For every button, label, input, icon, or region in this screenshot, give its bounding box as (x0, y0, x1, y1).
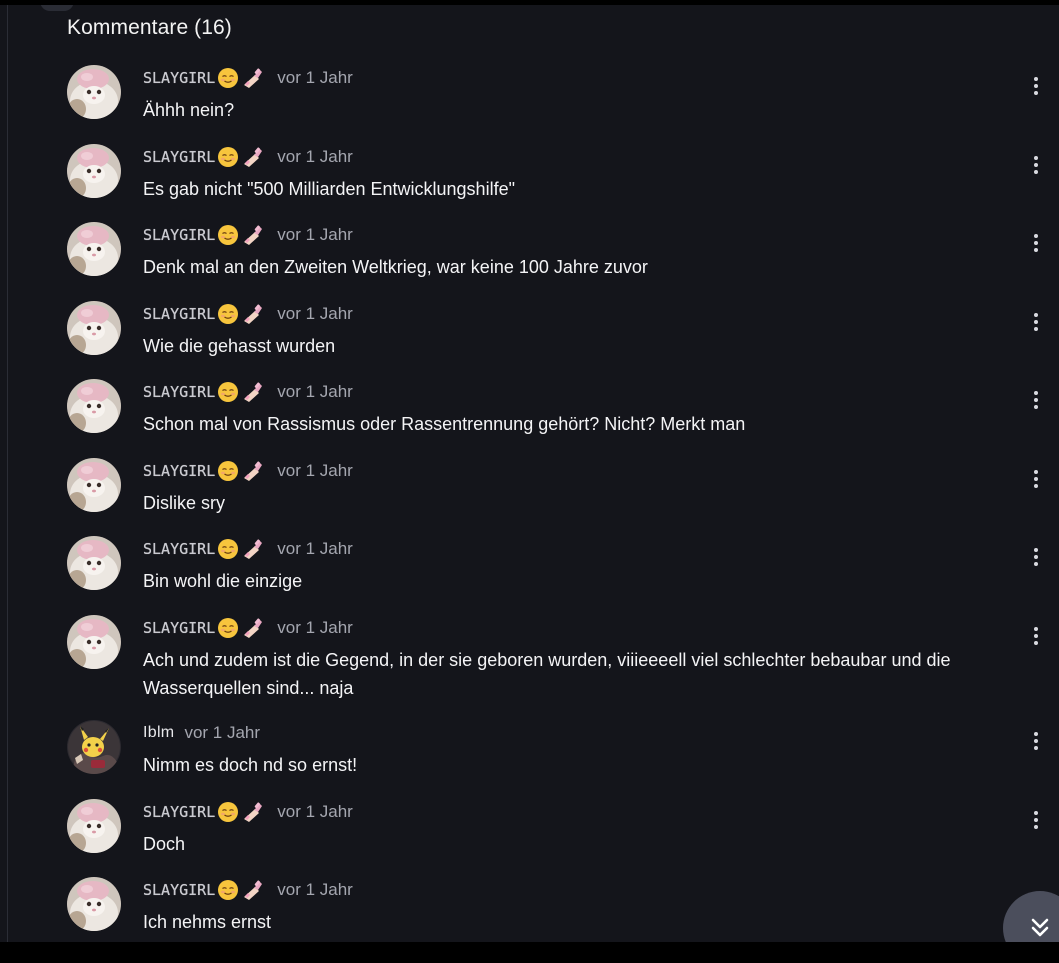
author-name[interactable]: Iblm (143, 724, 174, 742)
more-options-icon[interactable] (1025, 730, 1047, 752)
user-avatar[interactable] (67, 222, 121, 276)
user-avatar[interactable] (67, 720, 121, 774)
relieved-face-emoji (218, 225, 239, 245)
nail-polish-emoji (244, 618, 263, 638)
more-options-icon[interactable] (1025, 389, 1047, 411)
comment-meta: SLAYGIRL vor 1 Jahr (143, 800, 353, 824)
more-options-icon[interactable] (1025, 809, 1047, 831)
nail-polish-emoji (244, 68, 263, 88)
comment-timestamp: vor 1 Jahr (277, 225, 353, 244)
scroll-down-button[interactable] (1003, 891, 1059, 942)
comment-meta: SLAYGIRL vor 1 Jahr (143, 66, 353, 90)
comment-text: Ähhh nein? (143, 100, 235, 120)
comment-meta: Iblm vor 1 Jahr (143, 721, 260, 745)
comment-text: Schon mal von Rassismus oder Rassentrenn… (143, 414, 746, 434)
nail-polish-emoji (244, 147, 263, 167)
user-avatar[interactable] (67, 65, 121, 119)
comments-panel: Kommentare (16) SLAYGIRL vor 1 Jahr Ähhh… (0, 5, 1059, 942)
comment-timestamp: vor 1 Jahr (277, 802, 353, 821)
nail-polish-emoji (244, 304, 263, 324)
comments-heading: Kommentare (16) (67, 16, 232, 39)
author-name[interactable]: SLAYGIRL (143, 305, 215, 323)
author-name[interactable]: SLAYGIRL (143, 383, 215, 401)
comment-timestamp: vor 1 Jahr (277, 147, 353, 166)
comment-text: Es gab nicht "500 Milliarden Entwicklung… (143, 179, 515, 199)
comment-meta: SLAYGIRL vor 1 Jahr (143, 380, 353, 404)
more-options-icon[interactable] (1025, 546, 1047, 568)
comment-timestamp: vor 1 Jahr (277, 68, 353, 87)
author-name[interactable]: SLAYGIRL (143, 881, 215, 899)
sheet-handle[interactable] (40, 5, 74, 11)
relieved-face-emoji (218, 880, 239, 900)
relieved-face-emoji (218, 618, 239, 638)
relieved-face-emoji (218, 304, 239, 324)
more-options-icon[interactable] (1025, 468, 1047, 490)
nail-polish-emoji (244, 382, 263, 402)
more-options-icon[interactable] (1025, 311, 1047, 333)
comment-meta: SLAYGIRL vor 1 Jahr (143, 616, 353, 640)
relieved-face-emoji (218, 461, 239, 481)
author-name[interactable]: SLAYGIRL (143, 462, 215, 480)
bottom-bar (0, 942, 1059, 963)
comment-timestamp: vor 1 Jahr (277, 618, 353, 637)
left-divider (7, 5, 8, 942)
comment-text: Nimm es doch nd so ernst! (143, 755, 358, 775)
comment-meta: SLAYGIRL vor 1 Jahr (143, 459, 353, 483)
double-chevron-down-icon (1031, 918, 1049, 937)
comment-timestamp: vor 1 Jahr (277, 539, 353, 558)
nail-polish-emoji (244, 225, 263, 245)
nail-polish-emoji (244, 461, 263, 481)
comment-text: Doch (143, 834, 186, 854)
author-name[interactable]: SLAYGIRL (143, 148, 215, 166)
more-options-icon[interactable] (1025, 154, 1047, 176)
relieved-face-emoji (218, 802, 239, 822)
relieved-face-emoji (218, 68, 239, 88)
comment-text: Wie die gehasst wurden (143, 336, 336, 356)
user-avatar[interactable] (67, 301, 121, 355)
relieved-face-emoji (218, 382, 239, 402)
author-name[interactable]: SLAYGIRL (143, 226, 215, 244)
comment-text: Ach und zudem ist die Gegend, in der sie… (143, 650, 951, 698)
user-avatar[interactable] (67, 615, 121, 669)
author-name[interactable]: SLAYGIRL (143, 803, 215, 821)
comment-timestamp: vor 1 Jahr (184, 723, 261, 742)
comment-text: Denk mal an den Zweiten Weltkrieg, war k… (143, 257, 648, 277)
author-name[interactable]: SLAYGIRL (143, 69, 215, 87)
nail-polish-emoji (244, 539, 263, 559)
user-avatar[interactable] (67, 379, 121, 433)
user-avatar[interactable] (67, 536, 121, 590)
author-name[interactable]: SLAYGIRL (143, 619, 215, 637)
user-avatar[interactable] (67, 877, 121, 931)
comment-meta: SLAYGIRL vor 1 Jahr (143, 223, 353, 247)
author-name[interactable]: SLAYGIRL (143, 540, 215, 558)
nail-polish-emoji (244, 880, 263, 900)
comment-timestamp: vor 1 Jahr (277, 880, 353, 899)
comment-text: Dislike sry (143, 493, 226, 513)
relieved-face-emoji (218, 147, 239, 167)
more-options-icon[interactable] (1025, 75, 1047, 97)
user-avatar[interactable] (67, 799, 121, 853)
comment-meta: SLAYGIRL vor 1 Jahr (143, 878, 353, 902)
comment-meta: SLAYGIRL vor 1 Jahr (143, 145, 353, 169)
user-avatar[interactable] (67, 144, 121, 198)
more-options-icon[interactable] (1025, 232, 1047, 254)
comment-text: Ich nehms ernst (143, 912, 272, 932)
comment-timestamp: vor 1 Jahr (277, 382, 353, 401)
comment-meta: SLAYGIRL vor 1 Jahr (143, 302, 353, 326)
user-avatar[interactable] (67, 458, 121, 512)
comment-text: Bin wohl die einzige (143, 571, 303, 591)
comment-timestamp: vor 1 Jahr (277, 304, 353, 323)
comment-meta: SLAYGIRL vor 1 Jahr (143, 537, 353, 561)
comment-timestamp: vor 1 Jahr (277, 461, 353, 480)
nail-polish-emoji (244, 802, 263, 822)
more-options-icon[interactable] (1025, 625, 1047, 647)
relieved-face-emoji (218, 539, 239, 559)
